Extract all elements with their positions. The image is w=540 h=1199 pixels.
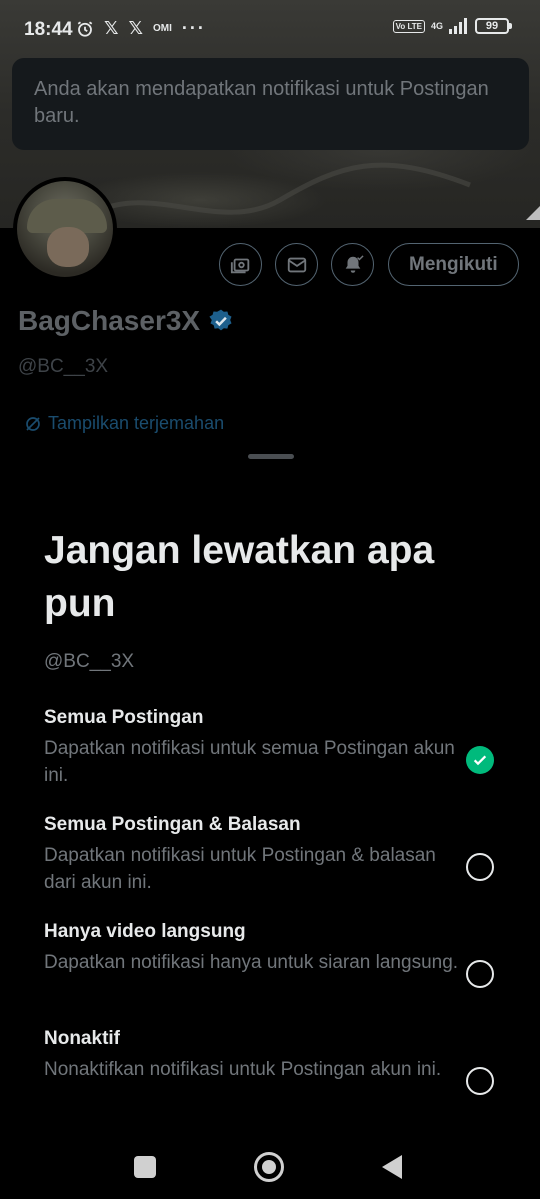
x-logo-icon: 𝕏	[128, 18, 144, 38]
x-logo-icon: 𝕏	[104, 18, 119, 38]
status-time: 18:44	[24, 19, 73, 40]
radio-unselected[interactable]	[466, 960, 494, 988]
profile-handle: @BC__3X	[18, 356, 109, 377]
option-off[interactable]: Nonaktif Nonaktifkan notifikasi untuk Po…	[44, 1027, 514, 1127]
option-title: Semua Postingan	[44, 707, 204, 728]
battery-level: 99	[475, 18, 509, 34]
status-left-icons: 𝕏 𝕏 OMI ···	[76, 18, 206, 39]
radio-unselected[interactable]	[466, 853, 494, 881]
subscriptions-icon	[230, 258, 249, 273]
display-name: BagChaser3X	[18, 305, 201, 336]
verified-badge-icon[interactable]	[208, 308, 234, 334]
status-right-icons: Vo LTE 4G 99	[392, 18, 512, 34]
avatar-face	[47, 227, 89, 267]
translate-icon	[26, 416, 40, 431]
recents-square-icon[interactable]	[134, 1156, 156, 1178]
notification-toast: Anda akan mendapatkan notifikasi untuk P…	[12, 58, 529, 150]
sheet-title: Jangan lewatkan apa pun	[44, 529, 435, 625]
sheet-handle: @BC__3X	[44, 651, 135, 672]
option-description: Dapatkan notifikasi untuk Postingan & ba…	[44, 845, 436, 893]
avatar[interactable]	[13, 177, 117, 281]
translate-link[interactable]: Tampilkan terjemahan	[24, 413, 224, 434]
profile-name-row: BagChaser3X	[18, 305, 234, 337]
profile-actions: Mengikuti	[219, 243, 519, 286]
network-type: 4G	[430, 21, 443, 31]
more-dots-icon: ···	[181, 18, 206, 38]
translate-label: Tampilkan terjemahan	[48, 413, 225, 433]
radio-unselected[interactable]	[466, 1067, 494, 1095]
option-description: Nonaktifkan notifikasi untuk Postingan a…	[44, 1059, 442, 1080]
message-button[interactable]	[275, 243, 318, 286]
option-all-posts[interactable]: Semua Postingan Dapatkan notifikasi untu…	[44, 706, 514, 806]
checkmark-icon	[473, 755, 487, 766]
notification-settings-sheet: Jangan lewatkan apa pun @BC__3X Semua Po…	[0, 440, 540, 1139]
status-bar: 18:44 𝕏 𝕏 OMI ··· Vo LTE 4G 99	[0, 0, 540, 58]
back-triangle-icon[interactable]	[382, 1155, 402, 1179]
oml-icon: OMI	[153, 23, 172, 34]
volte-icon: Vo LTE	[392, 19, 425, 33]
sheet-grabber[interactable]	[248, 454, 294, 459]
notification-bell-button[interactable]	[331, 243, 374, 286]
option-title: Semua Postingan & Balasan	[44, 814, 301, 835]
battery-tip	[509, 23, 512, 29]
option-description: Dapatkan notifikasi hanya untuk siaran l…	[44, 952, 459, 973]
notification-bell-icon	[345, 254, 364, 273]
option-live-video-only[interactable]: Hanya video langsung Dapatkan notifikasi…	[44, 920, 514, 1020]
option-posts-and-replies[interactable]: Semua Postingan & Balasan Dapatkan notif…	[44, 813, 514, 913]
toast-text: Anda akan mendapatkan notifikasi untuk P…	[34, 78, 489, 127]
option-description: Dapatkan notifikasi untuk semua Postinga…	[44, 738, 455, 786]
signal-icon	[449, 18, 467, 34]
option-title: Hanya video langsung	[44, 921, 246, 942]
alarm-icon	[77, 21, 93, 37]
system-nav-bar	[0, 1139, 540, 1199]
following-button[interactable]: Mengikuti	[388, 243, 519, 286]
subscriptions-button[interactable]	[219, 243, 262, 286]
message-icon	[287, 257, 306, 272]
option-title: Nonaktif	[44, 1028, 120, 1049]
radio-selected[interactable]	[466, 746, 494, 774]
home-circle-icon[interactable]	[254, 1152, 284, 1182]
banner-corner-marker	[526, 206, 540, 220]
battery-icon: 99	[475, 18, 512, 34]
